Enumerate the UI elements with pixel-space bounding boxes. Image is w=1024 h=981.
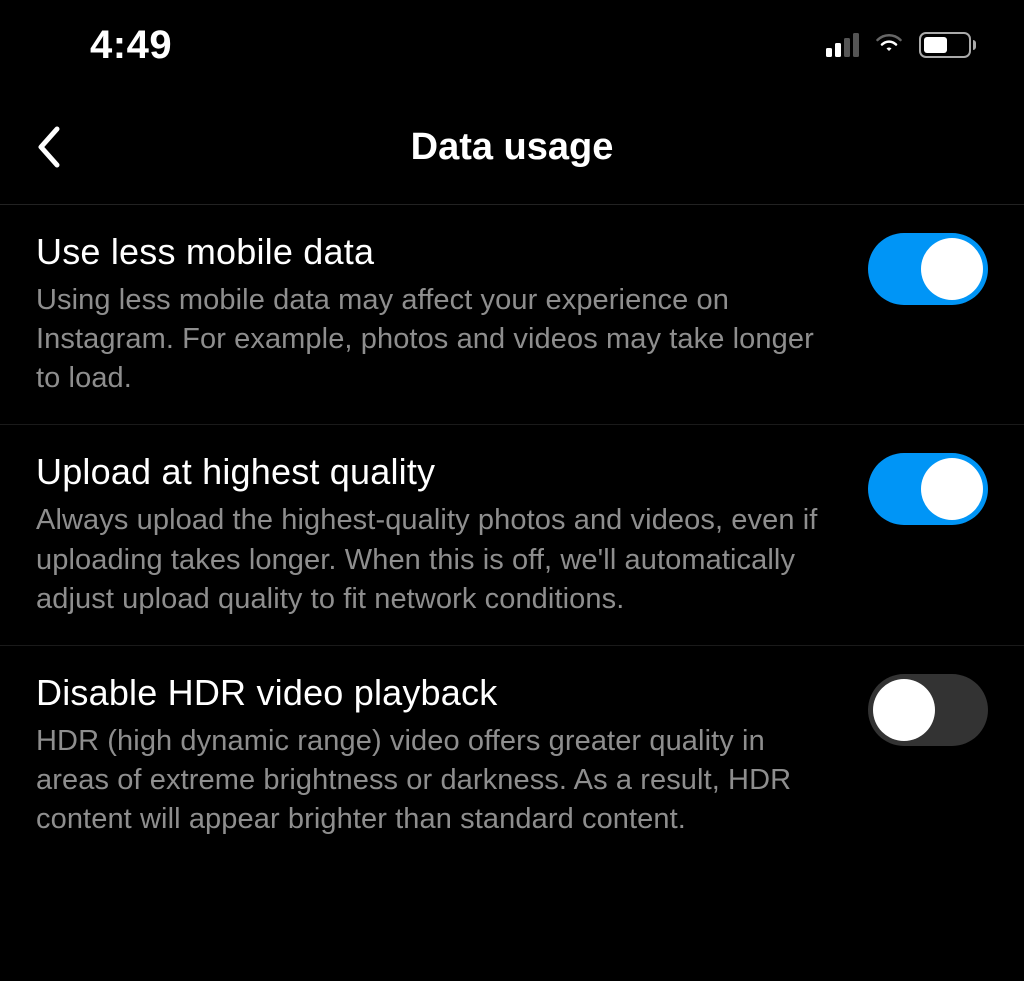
setting-title: Disable HDR video playback <box>36 672 838 714</box>
status-time: 4:49 <box>90 23 172 68</box>
back-button[interactable] <box>24 122 74 172</box>
page-title: Data usage <box>411 126 614 169</box>
setting-text: Disable HDR video playback HDR (high dyn… <box>36 672 838 839</box>
toggle-upload-highest-quality[interactable] <box>868 453 988 525</box>
setting-text: Upload at highest quality Always upload … <box>36 451 838 618</box>
status-icons <box>826 31 976 60</box>
setting-description: Always upload the highest-quality photos… <box>36 501 838 618</box>
setting-description: Using less mobile data may affect your e… <box>36 281 838 398</box>
wifi-icon <box>873 31 905 60</box>
setting-text: Use less mobile data Using less mobile d… <box>36 231 838 398</box>
setting-description: HDR (high dynamic range) video offers gr… <box>36 722 838 839</box>
status-bar: 4:49 <box>0 0 1024 90</box>
chevron-left-icon <box>35 125 63 169</box>
setting-row-upload-highest-quality: Upload at highest quality Always upload … <box>0 425 1024 645</box>
cellular-signal-icon <box>826 33 859 57</box>
setting-title: Upload at highest quality <box>36 451 838 493</box>
setting-row-use-less-mobile-data: Use less mobile data Using less mobile d… <box>0 205 1024 425</box>
toggle-use-less-mobile-data[interactable] <box>868 233 988 305</box>
setting-title: Use less mobile data <box>36 231 838 273</box>
setting-row-disable-hdr-playback: Disable HDR video playback HDR (high dyn… <box>0 646 1024 865</box>
settings-list: Use less mobile data Using less mobile d… <box>0 205 1024 865</box>
battery-icon <box>919 32 976 58</box>
toggle-disable-hdr-playback[interactable] <box>868 674 988 746</box>
page-header: Data usage <box>0 90 1024 205</box>
